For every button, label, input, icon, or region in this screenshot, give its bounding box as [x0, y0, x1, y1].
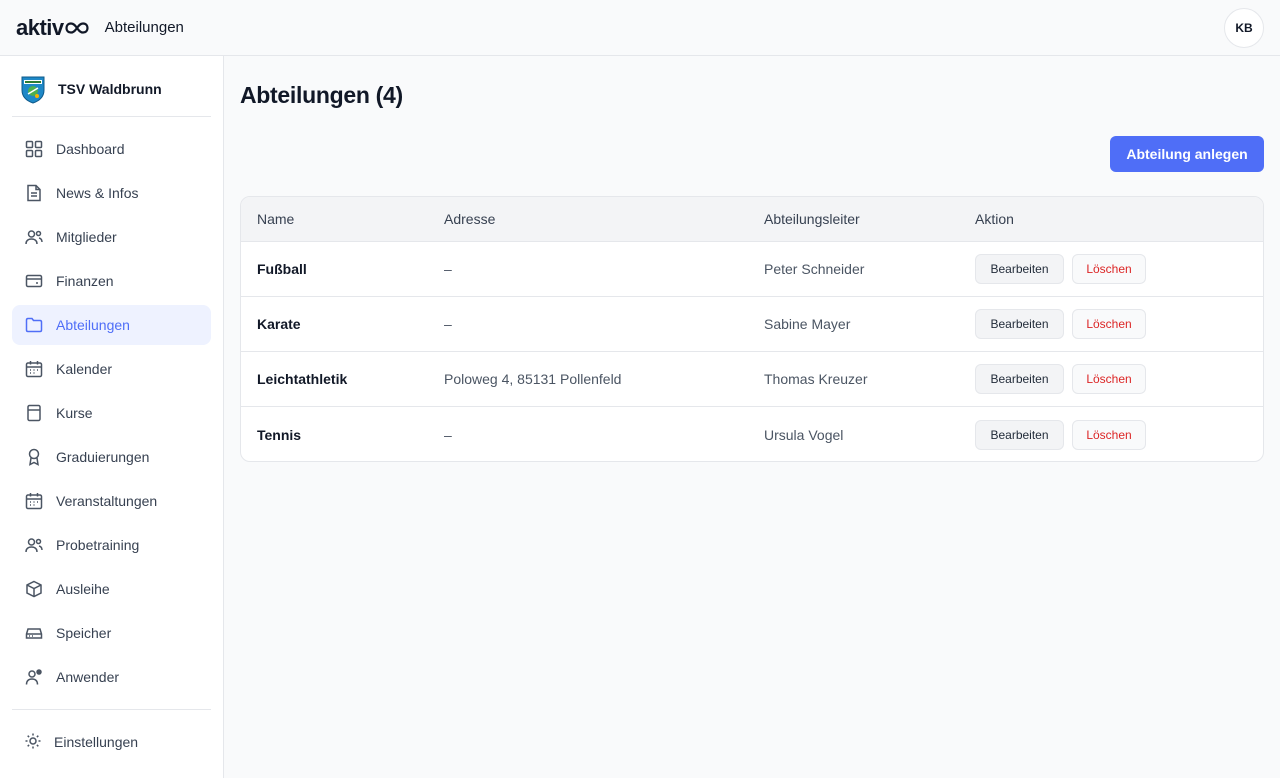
box-icon [24, 579, 44, 599]
wallet-icon [24, 271, 44, 291]
club-name: TSV Waldbrunn [58, 81, 162, 97]
column-header-name[interactable]: Name [257, 211, 294, 227]
delete-button[interactable]: Löschen [1072, 364, 1146, 394]
sidebar-item-dashboard[interactable]: Dashboard [12, 129, 211, 169]
award-icon [24, 447, 44, 467]
sidebar-item-label: Ausleihe [56, 581, 110, 597]
sidebar-item-mitglieder[interactable]: Mitglieder [12, 217, 211, 257]
table-row: Fußball – Peter Schneider Bearbeiten Lös… [241, 242, 1263, 297]
sidebar-item-label: Probetraining [56, 537, 140, 553]
table-header: Name Adresse Abteilungsleiter Aktion [241, 197, 1263, 242]
club-crest-icon [21, 76, 45, 104]
sidebar-item-ausleihe[interactable]: Ausleihe [12, 569, 211, 609]
sidebar-item-news[interactable]: News & Infos [12, 173, 211, 213]
sidebar-item-label: Veranstaltungen [56, 493, 158, 509]
sun-gear-icon [24, 732, 42, 753]
cell-address: – [444, 261, 452, 277]
table-row: Karate – Sabine Mayer Bearbeiten Löschen [241, 297, 1263, 352]
sidebar-item-label: Speicher [56, 625, 112, 641]
column-header-leader[interactable]: Abteilungsleiter [764, 211, 860, 227]
club-header[interactable]: TSV Waldbrunn [20, 74, 210, 104]
sidebar-divider [12, 116, 211, 117]
cell-actions: Bearbeiten Löschen [975, 364, 1146, 394]
cell-leader: Ursula Vogel [764, 426, 844, 443]
sidebar-item-label: Abteilungen [56, 317, 130, 333]
sidebar-item-label: Kalender [56, 361, 113, 377]
cell-leader: Sabine Mayer [764, 316, 851, 332]
sidebar-item-label: Anwender [56, 669, 120, 685]
edit-button[interactable]: Bearbeiten [975, 309, 1064, 339]
sidebar-divider [12, 709, 211, 710]
column-header-address[interactable]: Adresse [444, 211, 495, 227]
sidebar-item-label: Kurse [56, 405, 93, 421]
sidebar-item-label: Dashboard [56, 141, 125, 157]
sidebar-item-label: Mitglieder [56, 229, 117, 245]
logo-text: aktiv [16, 14, 64, 40]
folder-icon [24, 315, 44, 335]
sidebar-item-label: Einstellungen [54, 734, 139, 750]
sidebar-item-graduierungen[interactable]: Graduierungen [12, 437, 211, 477]
calendar-icon [24, 359, 44, 379]
sidebar-item-finanzen[interactable]: Finanzen [12, 261, 211, 301]
edit-button[interactable]: Bearbeiten [975, 419, 1064, 450]
cell-address: – [444, 426, 452, 443]
sidebar-item-einstellungen[interactable]: Einstellungen [12, 722, 211, 762]
delete-button[interactable]: Löschen [1072, 419, 1146, 450]
table-row: Tennis – Ursula Vogel Bearbeiten Löschen [241, 407, 1263, 461]
edit-button[interactable]: Bearbeiten [975, 254, 1064, 284]
cell-actions: Bearbeiten Löschen [975, 254, 1146, 284]
delete-button[interactable]: Löschen [1072, 309, 1146, 339]
infinity-logo-icon [65, 21, 89, 34]
cell-name: Karate [257, 316, 301, 332]
topbar-title: Abteilungen [104, 19, 184, 36]
sidebar-item-probetraining[interactable]: Probetraining [12, 525, 211, 565]
cell-actions: Bearbeiten Löschen [975, 309, 1146, 339]
user-settings-icon [24, 667, 44, 687]
storage-icon [24, 623, 44, 643]
sidebar-item-label: Finanzen [56, 273, 114, 289]
document-icon [24, 183, 44, 203]
sidebar-item-anwender[interactable]: Anwender [12, 657, 211, 697]
page-title: Abteilungen (4) [240, 82, 403, 108]
edit-button[interactable]: Bearbeiten [975, 364, 1064, 394]
sidebar-item-kurse[interactable]: Kurse [12, 393, 211, 433]
sidebar-item-label: News & Infos [56, 185, 139, 201]
sidebar: TSV Waldbrunn Dashboard News & Infos Mit… [0, 56, 224, 778]
sidebar-item-label: Graduierungen [56, 449, 150, 465]
sidebar-item-kalender[interactable]: Kalender [12, 349, 211, 389]
cell-leader: Peter Schneider [764, 261, 865, 277]
calendar-icon [24, 491, 44, 511]
cell-leader: Thomas Kreuzer [764, 371, 868, 387]
column-header-action: Aktion [975, 211, 1014, 227]
create-department-button[interactable]: Abteilung anlegen [1110, 136, 1264, 172]
grid-icon [24, 139, 44, 159]
top-bar: aktiv Abteilungen KB [0, 0, 1280, 56]
sidebar-item-speicher[interactable]: Speicher [12, 613, 211, 653]
delete-button[interactable]: Löschen [1072, 254, 1146, 284]
users-icon [24, 535, 44, 555]
cell-actions: Bearbeiten Löschen [975, 419, 1146, 450]
cell-name: Tennis [257, 426, 302, 443]
sidebar-item-veranstaltungen[interactable]: Veranstaltungen [12, 481, 211, 521]
cell-name: Fußball [257, 261, 307, 277]
departments-table: Name Adresse Abteilungsleiter Aktion Fuß… [240, 196, 1264, 462]
sidebar-nav: Dashboard News & Infos Mitglieder Finanz… [12, 129, 211, 701]
app-logo[interactable]: aktiv [16, 15, 89, 41]
book-icon [24, 403, 44, 423]
cell-address: – [444, 316, 452, 332]
sidebar-item-abteilungen[interactable]: Abteilungen [12, 305, 211, 345]
cell-name: Leichtathletik [257, 371, 348, 387]
table-row: Leichtathletik Poloweg 4, 85131 Pollenfe… [241, 352, 1263, 407]
users-icon [24, 227, 44, 247]
user-avatar[interactable]: KB [1224, 8, 1264, 48]
cell-address: Poloweg 4, 85131 Pollenfeld [444, 371, 622, 387]
